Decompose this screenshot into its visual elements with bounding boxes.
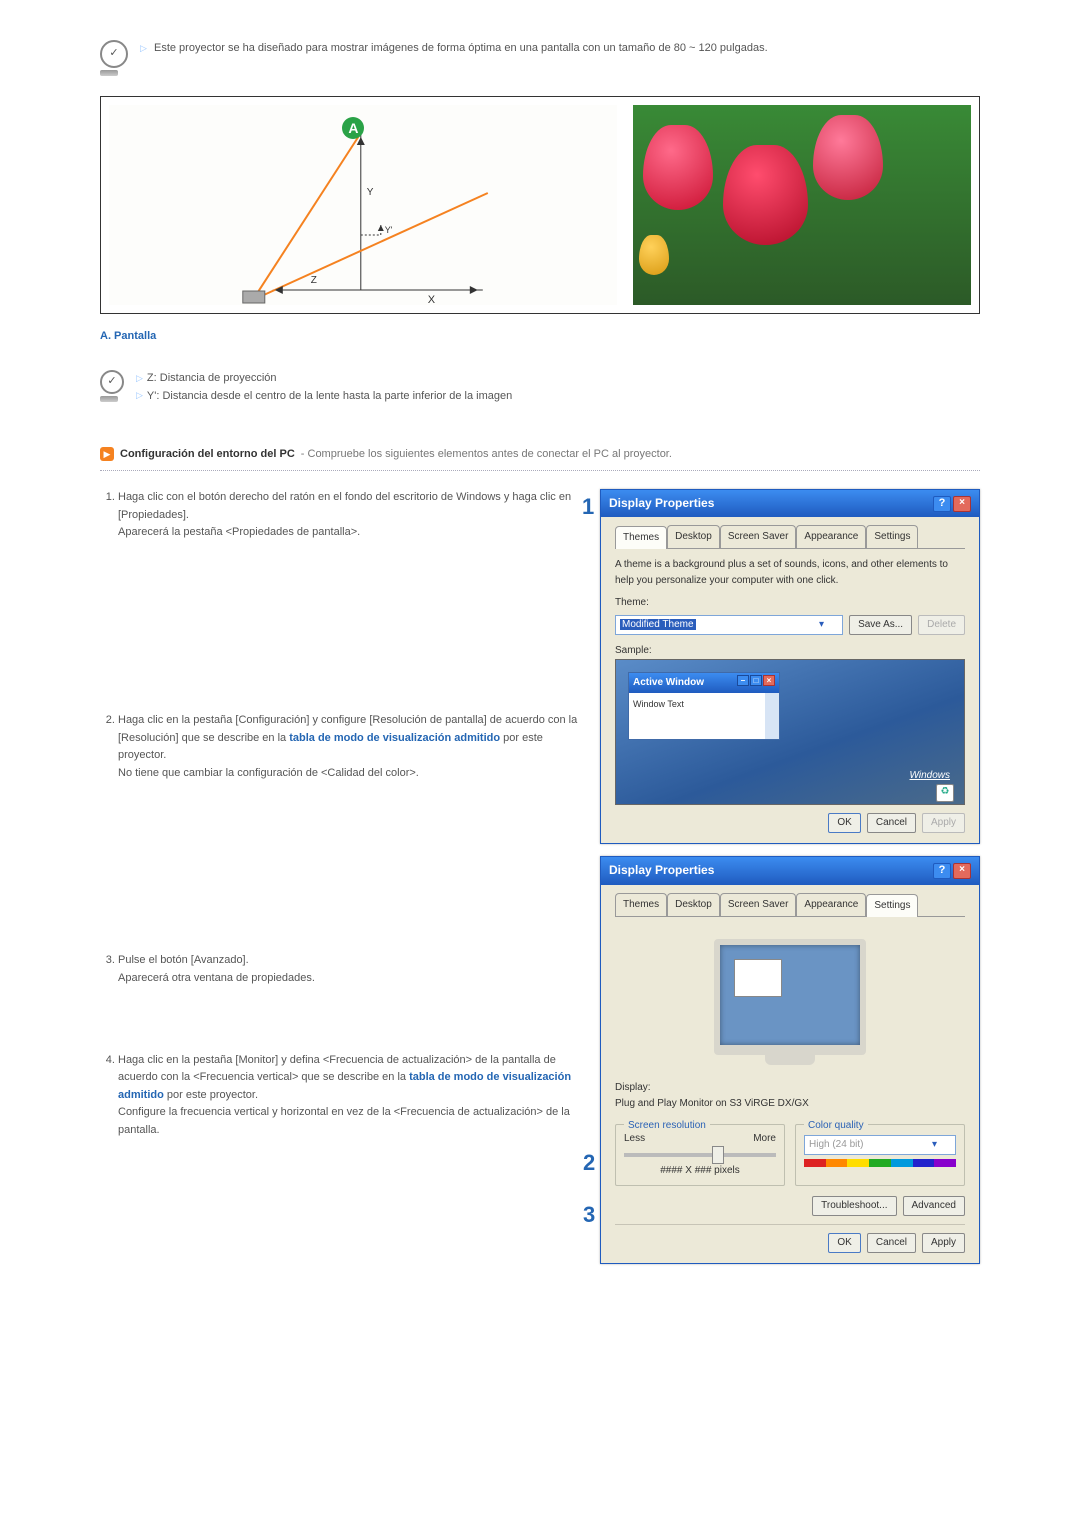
intro-note: ✓ ▷ Este proyector se ha diseñado para m… xyxy=(100,40,980,76)
section-bullet-icon: ▶ xyxy=(100,447,114,461)
window-title: Display Properties xyxy=(609,494,714,513)
display-properties-settings: 2 3 Display Properties ? × Themes Deskto… xyxy=(600,856,980,1263)
arrow-icon: ▷ xyxy=(136,390,143,400)
display-properties-themes: Display Properties ? × Themes Desktop Sc… xyxy=(600,489,980,844)
callout-2: 2 xyxy=(583,1145,595,1180)
active-window-title: Active Window xyxy=(633,675,704,691)
projector-check-icon: ✓ xyxy=(100,40,128,76)
theme-description: A theme is a background plus a set of so… xyxy=(615,557,965,589)
arrow-icon: ▷ xyxy=(140,43,147,53)
color-preview xyxy=(804,1159,956,1167)
recycle-bin-icon: ♻ xyxy=(936,784,954,802)
tab-settings[interactable]: Settings xyxy=(866,525,918,548)
tab-settings[interactable]: Settings xyxy=(866,894,918,917)
cancel-button[interactable]: Cancel xyxy=(867,813,916,833)
ok-button[interactable]: OK xyxy=(828,813,860,833)
window-title: Display Properties xyxy=(609,861,714,880)
tab-themes[interactable]: Themes xyxy=(615,893,667,916)
z-definition: Z: Distancia de proyección xyxy=(147,372,277,384)
theme-select[interactable]: Modified Theme▾ xyxy=(615,615,843,635)
arrow-icon: ▷ xyxy=(136,373,143,383)
divider xyxy=(100,469,980,471)
resolution-slider[interactable] xyxy=(624,1153,776,1157)
projection-diagrams: A Y' Y Z X xyxy=(100,96,980,314)
tab-screensaver[interactable]: Screen Saver xyxy=(720,893,797,916)
window-titlebar: Display Properties ? × xyxy=(601,490,979,517)
svg-text:Z: Z xyxy=(311,275,317,286)
section-subtitle: - Compruebe los siguientes elementos ant… xyxy=(301,446,672,464)
cancel-button[interactable]: Cancel xyxy=(867,1233,916,1253)
heading-a-pantalla: A. Pantalla xyxy=(100,328,980,346)
y-definition: Y': Distancia desde el centro de la lent… xyxy=(147,390,512,402)
windows-logo: Windows xyxy=(910,768,950,784)
tab-screensaver[interactable]: Screen Saver xyxy=(720,525,797,548)
minimize-icon: – xyxy=(737,675,749,686)
save-as-button[interactable]: Save As... xyxy=(849,615,912,635)
tab-strip: Themes Desktop Screen Saver Appearance S… xyxy=(615,525,965,549)
delete-button[interactable]: Delete xyxy=(918,615,965,635)
apply-button[interactable]: Apply xyxy=(922,813,965,833)
section-header: ▶ Configuración del entorno del PC - Com… xyxy=(100,446,980,464)
tab-strip: Themes Desktop Screen Saver Appearance S… xyxy=(615,893,965,917)
section-title: Configuración del entorno del PC xyxy=(120,446,295,464)
resolution-value: #### X ### pixels xyxy=(624,1163,776,1179)
step-3: Pulse el botón [Avanzado]. Aparecerá otr… xyxy=(118,952,586,987)
window-text-sample: Window Text xyxy=(629,693,779,739)
display-value: Plug and Play Monitor on S3 ViRGE DX/GX xyxy=(615,1096,965,1112)
monitor-preview xyxy=(615,925,965,1080)
advanced-button[interactable]: Advanced xyxy=(903,1196,965,1216)
step-4: Haga clic en la pestaña [Monitor] y defi… xyxy=(118,1052,586,1140)
tab-appearance[interactable]: Appearance xyxy=(796,893,866,916)
geometry-diagram: A Y' Y Z X xyxy=(109,105,617,305)
color-quality-label: Color quality xyxy=(804,1118,868,1134)
close-icon[interactable]: × xyxy=(953,496,971,512)
callout-3: 3 xyxy=(583,1197,595,1232)
help-icon[interactable]: ? xyxy=(933,863,951,879)
apply-button[interactable]: Apply xyxy=(922,1233,965,1253)
troubleshoot-button[interactable]: Troubleshoot... xyxy=(812,1196,896,1216)
help-icon[interactable]: ? xyxy=(933,496,951,512)
close-icon: × xyxy=(763,675,775,686)
tab-desktop[interactable]: Desktop xyxy=(667,893,720,916)
step-1: Haga clic con el botón derecho del ratón… xyxy=(118,489,586,542)
intro-text: Este proyector se ha diseñado para mostr… xyxy=(154,42,768,54)
instruction-steps: Haga clic con el botón derecho del ratón… xyxy=(100,489,586,1275)
ok-button[interactable]: OK xyxy=(828,1233,860,1253)
callout-1: 1 xyxy=(582,489,594,524)
projector-check-icon: ✓ xyxy=(100,370,128,406)
tulips-photo xyxy=(633,105,971,305)
step-2: Haga clic en la pestaña [Configuración] … xyxy=(118,712,586,782)
more-label: More xyxy=(753,1131,776,1147)
svg-text:Y': Y' xyxy=(385,225,393,235)
screen-resolution-label: Screen resolution xyxy=(624,1118,710,1134)
svg-text:Y: Y xyxy=(367,187,374,198)
distance-definitions: ✓ ▷ Z: Distancia de proyección ▷ Y': Dista… xyxy=(100,370,980,406)
theme-label: Theme: xyxy=(615,595,965,611)
sample-label: Sample: xyxy=(615,643,965,659)
color-quality-select[interactable]: High (24 bit)▾ xyxy=(804,1135,956,1155)
tab-themes[interactable]: Themes xyxy=(615,526,667,549)
maximize-icon: □ xyxy=(750,675,762,686)
svg-text:X: X xyxy=(428,294,436,305)
tab-appearance[interactable]: Appearance xyxy=(796,525,866,548)
display-mode-table-link[interactable]: tabla de modo de visualización admitido xyxy=(289,732,500,744)
window-titlebar: Display Properties ? × xyxy=(601,857,979,884)
display-label: Display: xyxy=(615,1080,965,1096)
tab-desktop[interactable]: Desktop xyxy=(667,525,720,548)
close-icon[interactable]: × xyxy=(953,863,971,879)
theme-preview: Active Window – □ × Window Text Windows … xyxy=(615,659,965,805)
